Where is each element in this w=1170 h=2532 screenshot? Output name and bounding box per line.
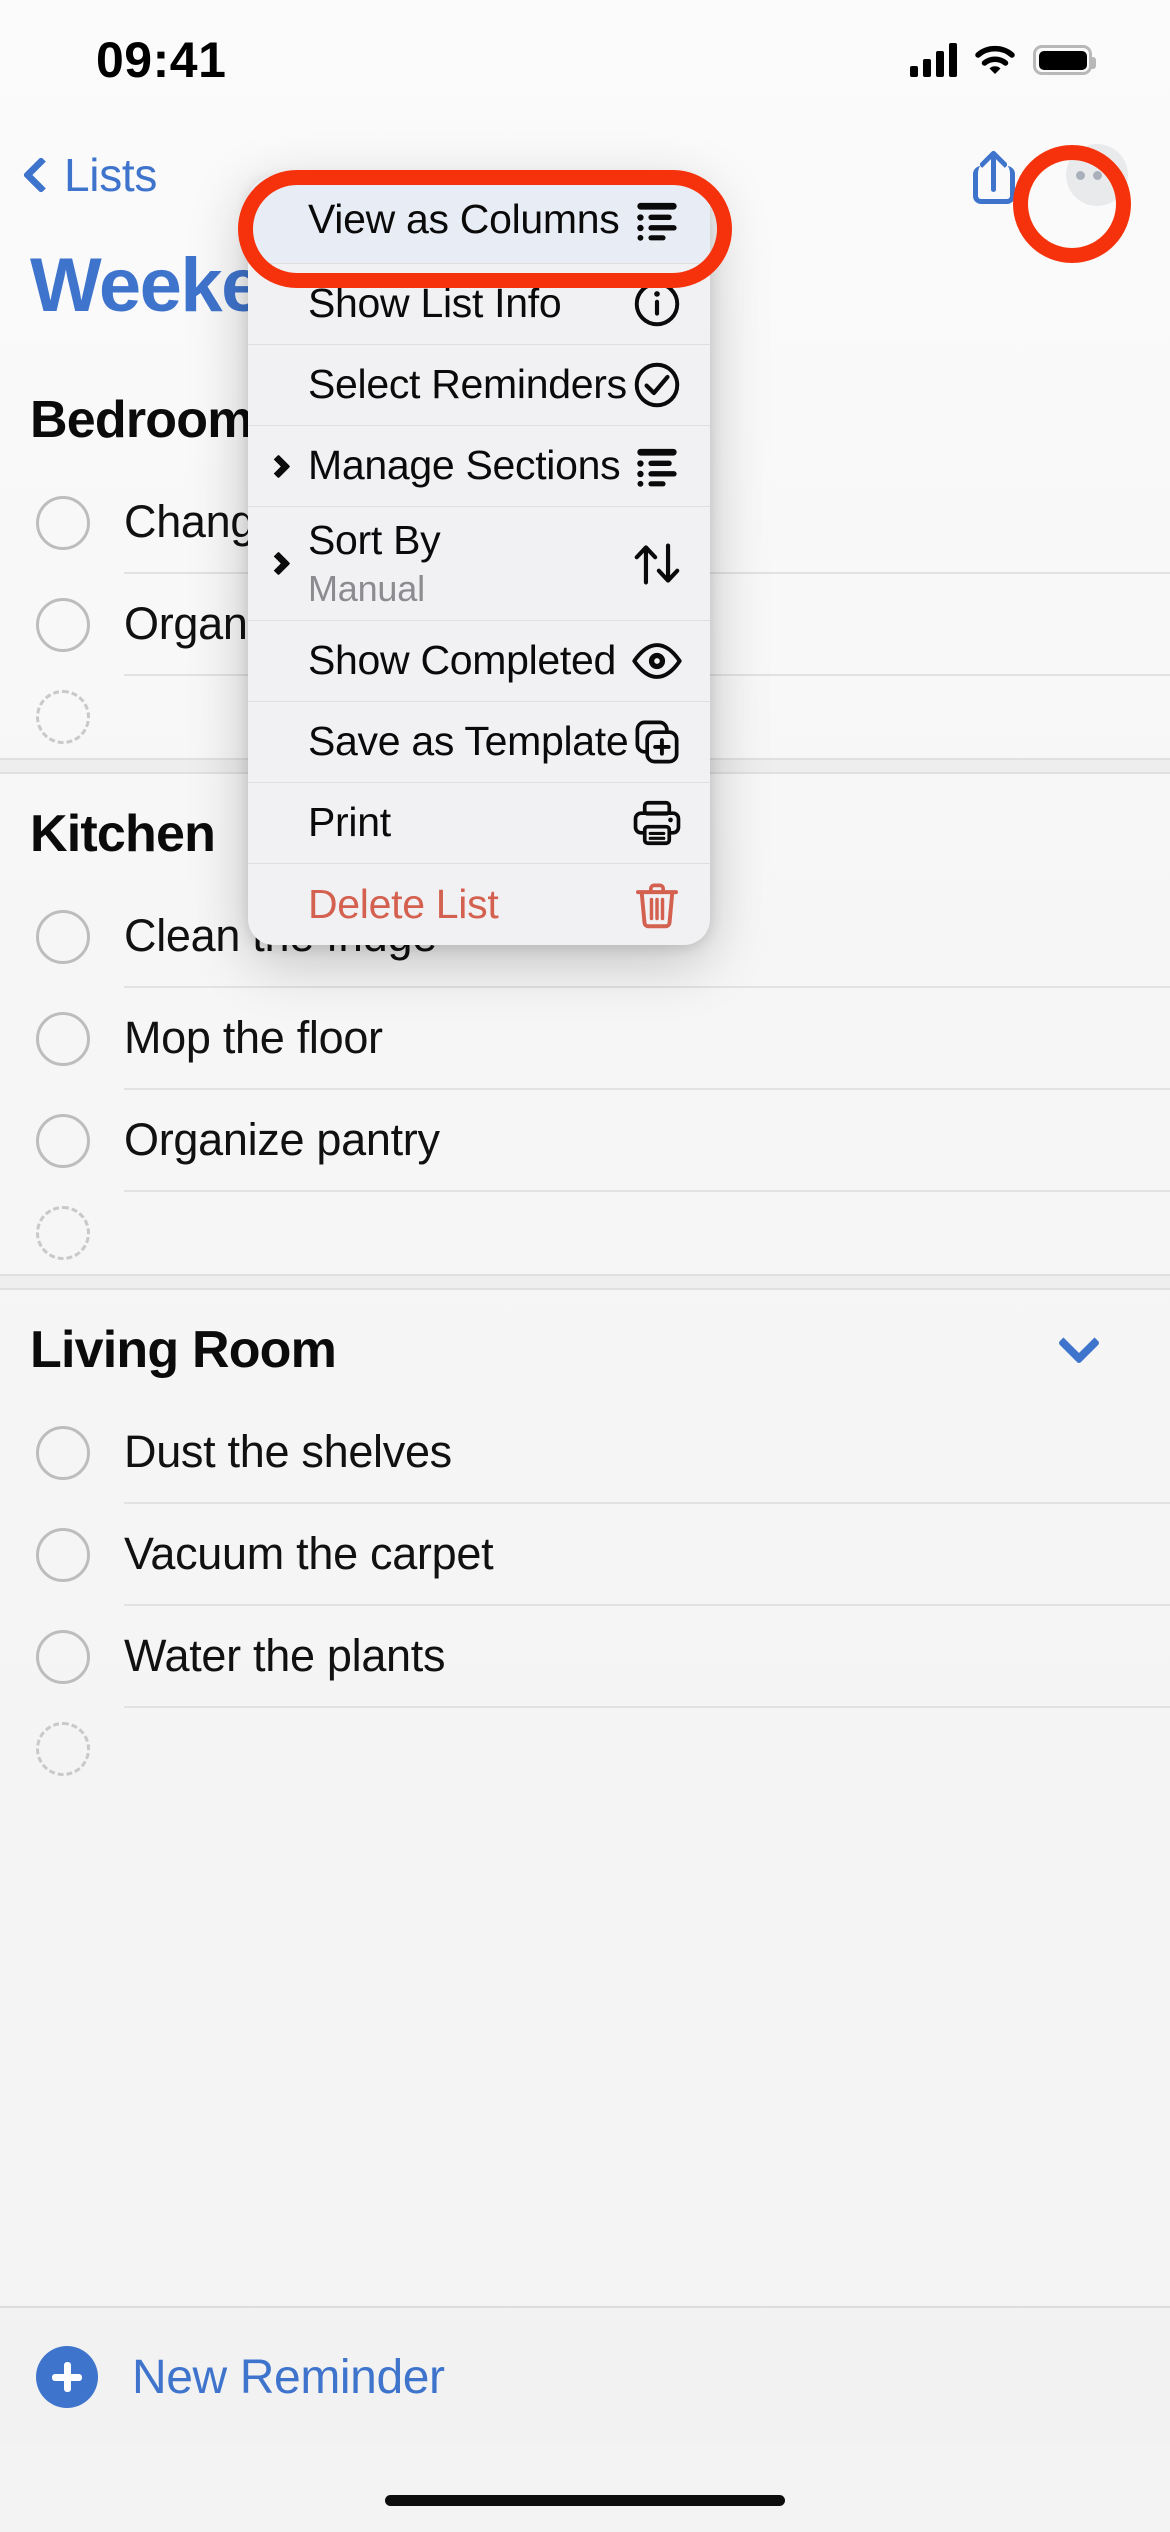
menu-item-labels: Select Reminders xyxy=(274,361,630,408)
list-options-context-menu[interactable]: View as Columns Show List Info Select Remi… xyxy=(248,176,710,945)
menu-item-labels: Print xyxy=(274,799,630,846)
menu-item-labels: Sort By Manual xyxy=(274,517,630,610)
phone-screen: 09:41 Lists Weekend Bedroom Change Organ… xyxy=(0,0,1170,2532)
annotation-ring-more-button xyxy=(1013,145,1131,263)
reminder-row[interactable]: Dust the shelves xyxy=(0,1402,1170,1504)
menu-item-sort-by[interactable]: Sort By Manual xyxy=(248,507,710,621)
reminder-title: Dust the shelves xyxy=(124,1402,1170,1504)
new-reminder-label: New Reminder xyxy=(132,2350,445,2404)
menu-item-labels: Delete List xyxy=(274,881,630,928)
menu-item-label: Manage Sections xyxy=(308,442,621,489)
menu-item-labels: Show Completed xyxy=(274,637,630,684)
chevron-left-icon xyxy=(22,156,60,194)
menu-item-show-completed[interactable]: Show Completed xyxy=(248,621,710,702)
reminder-complete-toggle[interactable] xyxy=(36,1012,90,1066)
menu-item-label: Show Completed xyxy=(308,637,617,684)
reminder-row[interactable]: Organize pantry xyxy=(0,1090,1170,1192)
new-reminder-circle-icon xyxy=(36,690,90,744)
reminder-row[interactable]: Vacuum the carpet xyxy=(0,1504,1170,1606)
cellular-signal-icon xyxy=(910,43,957,77)
menu-item-select-reminders[interactable]: Select Reminders xyxy=(248,345,710,426)
menu-item-label: Save as Template xyxy=(308,718,629,765)
menu-item-labels: Save as Template xyxy=(274,718,630,765)
reminder-title: Organize pantry xyxy=(124,1090,1170,1192)
section-title: Bedroom xyxy=(30,391,253,449)
battery-icon xyxy=(1033,45,1096,75)
new-reminder-input[interactable] xyxy=(124,1209,1170,1257)
printer-icon xyxy=(630,796,684,850)
menu-item-label: Select Reminders xyxy=(308,361,627,408)
arrow-up-arrow-down-icon xyxy=(630,537,684,591)
menu-item-labels: Manage Sections xyxy=(274,442,630,489)
checkmark-circle-icon xyxy=(630,358,684,412)
menu-item-label: Print xyxy=(308,799,391,846)
reminder-complete-toggle[interactable] xyxy=(36,1114,90,1168)
chevron-down-icon[interactable] xyxy=(1057,1321,1101,1365)
menu-item-save-as-template[interactable]: Save as Template xyxy=(248,702,710,783)
reminder-complete-toggle[interactable] xyxy=(36,1528,90,1582)
trash-icon xyxy=(630,878,684,932)
section-divider xyxy=(0,1274,1170,1290)
new-reminder-circle-icon xyxy=(36,1206,90,1260)
duplicate-plus-icon xyxy=(630,715,684,769)
new-reminder-bar[interactable]: New Reminder xyxy=(0,2306,1170,2446)
list-bullet-indent-icon xyxy=(630,439,684,493)
reminder-row[interactable]: Mop the floor xyxy=(0,988,1170,1090)
reminder-title: Water the plants xyxy=(124,1606,1170,1708)
new-reminder-circle-icon xyxy=(36,1722,90,1776)
status-bar-indicators xyxy=(910,43,1096,77)
reminders-section: Living Room Dust the shelves Vacuum the ca… xyxy=(0,1290,1170,1790)
eye-icon xyxy=(630,634,684,688)
status-bar-clock: 09:41 xyxy=(96,32,227,88)
new-reminder-placeholder-row[interactable] xyxy=(0,1708,1170,1790)
section-header[interactable]: Living Room xyxy=(0,1290,1170,1402)
plus-circle-icon xyxy=(36,2346,98,2408)
section-title: Living Room xyxy=(30,1321,337,1379)
new-reminder-input[interactable] xyxy=(124,1725,1170,1773)
home-indicator xyxy=(385,2495,785,2506)
menu-item-print[interactable]: Print xyxy=(248,783,710,864)
reminder-complete-toggle[interactable] xyxy=(36,496,90,550)
share-icon[interactable] xyxy=(970,146,1018,204)
menu-item-label: Delete List xyxy=(308,880,499,927)
reminder-title: Mop the floor xyxy=(124,988,1170,1090)
menu-item-sublabel: Manual xyxy=(308,568,425,610)
menu-item-manage-sections[interactable]: Manage Sections xyxy=(248,426,710,507)
annotation-ring-view-as-columns xyxy=(238,170,732,288)
back-button-label: Lists xyxy=(64,149,158,201)
reminder-complete-toggle[interactable] xyxy=(36,598,90,652)
status-bar: 09:41 xyxy=(0,0,1170,120)
menu-item-label: Sort By xyxy=(308,516,441,563)
wifi-icon xyxy=(975,46,1015,74)
section-title: Kitchen xyxy=(30,805,216,863)
reminder-complete-toggle[interactable] xyxy=(36,910,90,964)
new-reminder-placeholder-row[interactable] xyxy=(0,1192,1170,1274)
reminder-complete-toggle[interactable] xyxy=(36,1630,90,1684)
reminder-title: Vacuum the carpet xyxy=(124,1504,1170,1606)
back-button[interactable]: Lists xyxy=(22,148,158,202)
reminder-row[interactable]: Water the plants xyxy=(0,1606,1170,1708)
reminder-complete-toggle[interactable] xyxy=(36,1426,90,1480)
menu-item-delete-list[interactable]: Delete List xyxy=(248,864,710,945)
